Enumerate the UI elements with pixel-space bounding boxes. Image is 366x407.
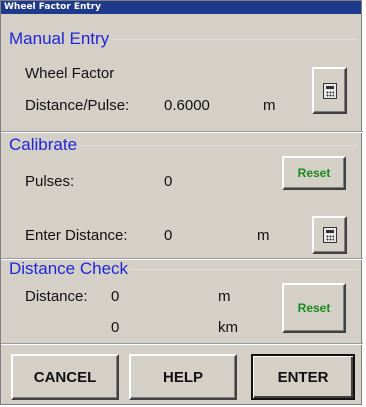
wheel-factor-heading: Wheel Factor <box>25 65 115 82</box>
wheel-factor-dialog: Wheel Factor Entry Manual Entry Wheel Fa… <box>0 0 363 405</box>
distance-label: Distance: <box>25 288 88 305</box>
calibrate-legend: Calibrate <box>9 135 78 154</box>
enter-distance-calculator-button[interactable] <box>312 216 347 254</box>
enter-distance-unit: m <box>257 227 270 244</box>
cancel-button[interactable]: CANCEL <box>11 354 119 400</box>
distance-m-unit: m <box>218 288 231 305</box>
distance-check-reset-button[interactable]: Reset <box>282 283 346 333</box>
calculator-icon <box>322 82 337 99</box>
distance-km-value: 0 <box>111 319 120 336</box>
distance-pulse-label: Distance/Pulse: <box>25 97 130 114</box>
pulses-label: Pulses: <box>25 173 75 190</box>
calibrate-reset-button[interactable]: Reset <box>282 156 346 190</box>
distance-m-value: 0 <box>111 288 120 305</box>
divider <box>1 343 363 345</box>
enter-distance-label: Enter Distance: <box>25 227 128 244</box>
pulses-value: 0 <box>164 173 173 190</box>
distance-pulse-calculator-button[interactable] <box>312 67 347 114</box>
manual-entry-legend: Manual Entry <box>9 29 110 48</box>
calculator-icon <box>322 227 337 243</box>
distance-km-unit: km <box>218 319 238 336</box>
help-button[interactable]: HELP <box>129 354 237 400</box>
distance-pulse-value: 0.6000 <box>164 97 210 114</box>
window-title: Wheel Factor Entry <box>1 1 361 14</box>
divider <box>1 131 363 133</box>
enter-button[interactable]: ENTER <box>251 354 355 400</box>
distance-pulse-unit: m <box>263 97 276 114</box>
distance-check-legend: Distance Check <box>9 259 129 278</box>
enter-distance-value: 0 <box>164 227 173 244</box>
